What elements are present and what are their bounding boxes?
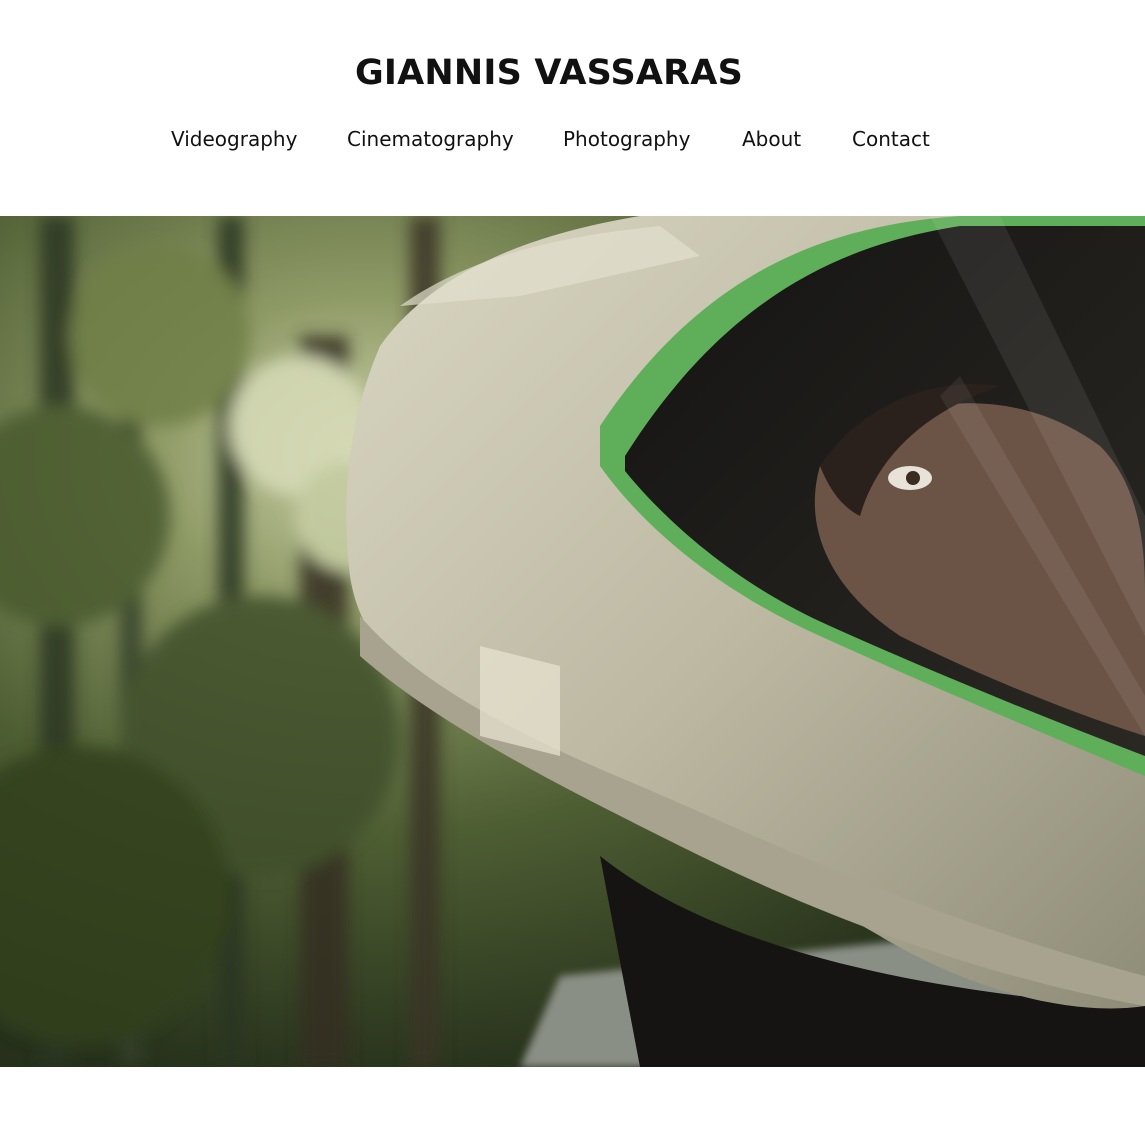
nav-item-about[interactable]: About xyxy=(742,122,801,156)
page: GIANNIS VASSARAS Videography Cinematogra… xyxy=(0,0,1145,1145)
main-navigation: Videography Cinematography Photography A… xyxy=(0,122,1100,156)
site-title[interactable]: GIANNIS VASSARAS xyxy=(0,50,1098,96)
nav-item-contact[interactable]: Contact xyxy=(852,122,930,156)
nav-item-cinematography[interactable]: Cinematography xyxy=(347,122,514,156)
nav-item-photography[interactable]: Photography xyxy=(563,122,690,156)
hero-video-still xyxy=(0,216,1145,1067)
nav-item-videography[interactable]: Videography xyxy=(171,122,297,156)
hero-video[interactable] xyxy=(0,216,1145,1067)
